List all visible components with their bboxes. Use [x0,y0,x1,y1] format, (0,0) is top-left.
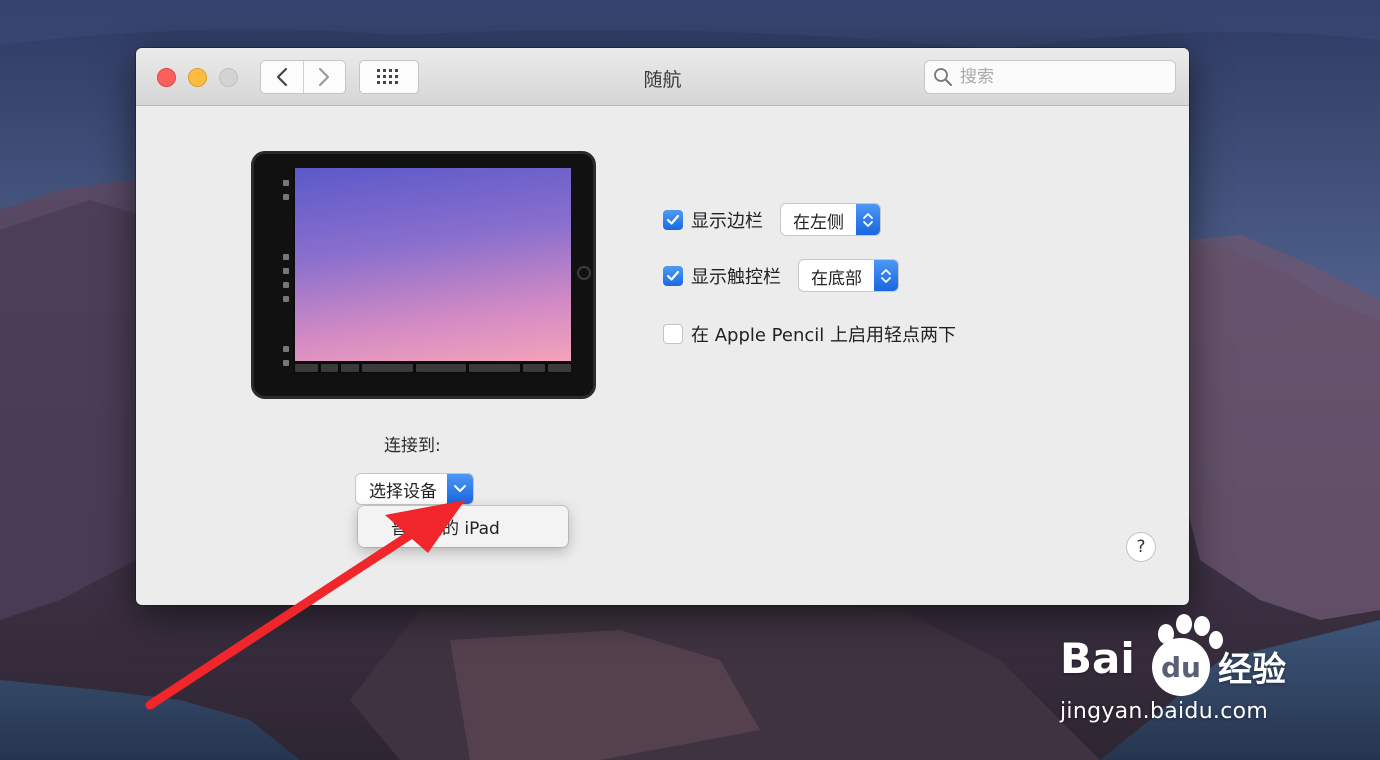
chevron-down-icon [447,474,473,504]
show-touchbar-checkbox[interactable] [663,265,683,286]
search-icon [934,68,952,86]
device-menu: 普家庭的 iPad [358,506,568,547]
search-field[interactable] [924,60,1176,94]
ipad-preview-image [251,151,596,399]
ipad-home-button [577,266,591,280]
checkmark-icon [666,214,680,225]
device-menu-item-ipad[interactable]: 普家庭的 iPad [391,514,500,539]
up-down-chevron-icon [874,260,898,291]
watermark-jingyan: 经验 [1218,650,1286,690]
preferences-window: 随航 连接到: 选择设备 [136,48,1189,605]
baidu-jingyan-watermark: Bai du 经验 jingyan.baidu.com [1060,612,1310,724]
show-sidebar-checkbox[interactable] [663,209,683,230]
touchbar-position-popup[interactable]: 在底部 [799,260,898,291]
device-popup-value: 选择设备 [369,482,437,502]
pencil-double-tap-label: 在 Apple Pencil 上启用轻点两下 [691,325,956,346]
watermark-brand: Bai [1060,634,1135,683]
pencil-double-tap-checkbox[interactable] [663,324,683,344]
help-button[interactable]: ? [1126,532,1156,562]
ipad-wallpaper [295,168,571,361]
ipad-screen [293,168,571,373]
touchbar-position-value: 在底部 [811,269,862,289]
title-bar: 随航 [136,48,1189,106]
show-touchbar-label: 显示触控栏 [691,266,781,288]
show-sidebar-label: 显示边栏 [691,210,763,232]
pencil-double-tap-option: 在 Apple Pencil 上启用轻点两下 [663,321,956,347]
watermark-du: du [1161,650,1201,684]
up-down-chevron-icon [856,204,880,235]
watermark-du-badge: du [1152,638,1210,696]
watermark-url: jingyan.baidu.com [1060,699,1269,724]
ipad-touchbar-preview [295,364,571,372]
sidebar-position-value: 在左侧 [793,213,844,233]
device-popup-button[interactable]: 选择设备 [356,474,473,504]
show-touchbar-option: 显示触控栏 在底部 [663,260,898,291]
search-input[interactable] [960,67,1160,87]
ipad-sidebar-preview [282,168,291,373]
sidebar-position-popup[interactable]: 在左侧 [781,204,880,235]
show-sidebar-option: 显示边栏 在左侧 [663,204,880,235]
connect-to-label: 连接到: [384,436,441,456]
checkmark-icon [666,270,680,281]
